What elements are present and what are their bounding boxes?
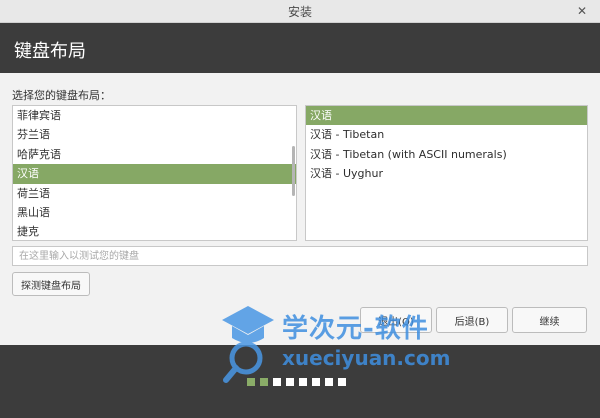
layout-list[interactable]: 菲律宾语 芬兰语 哈萨克语 汉语 荷兰语 黑山语 捷克 — [12, 105, 297, 241]
continue-button[interactable]: 继续 — [512, 307, 587, 333]
progress-dot — [286, 378, 294, 386]
layout-item[interactable]: 芬兰语 — [13, 125, 296, 144]
variant-item[interactable]: 汉语 - Tibetan (with ASCII numerals) — [306, 145, 587, 164]
variant-item[interactable]: 汉语 - Tibetan — [306, 125, 587, 144]
layout-item[interactable]: 荷兰语 — [13, 184, 296, 203]
layout-list-scrollbar[interactable] — [292, 106, 296, 240]
progress-dot — [299, 378, 307, 386]
page-title: 键盘布局 — [14, 41, 86, 62]
page-header: 键盘布局 — [0, 23, 600, 73]
progress-dot — [260, 378, 268, 386]
progress-dot — [325, 378, 333, 386]
progress-footer — [0, 345, 600, 418]
variant-item[interactable]: 汉语 — [306, 106, 587, 126]
layout-item[interactable]: 捷克 — [13, 222, 296, 240]
layout-item[interactable]: 黑山语 — [13, 203, 296, 222]
title-bar: 安装 ✕ — [0, 0, 600, 23]
detect-layout-button[interactable]: 探测键盘布局 — [12, 272, 90, 296]
back-button[interactable]: 后退(B) — [436, 307, 508, 333]
progress-dots — [247, 378, 346, 386]
variant-list[interactable]: 汉语 汉语 - Tibetan 汉语 - Tibetan (with ASCII n… — [305, 105, 588, 241]
variant-item[interactable]: 汉语 - Uyghur — [306, 164, 587, 183]
progress-dot — [273, 378, 281, 386]
keyboard-test-input[interactable] — [12, 246, 588, 266]
window-title: 安装 — [287, 4, 312, 19]
scroll-thumb[interactable] — [292, 146, 295, 196]
progress-dot — [247, 378, 255, 386]
layout-item[interactable]: 哈萨克语 — [13, 145, 296, 164]
progress-dot — [312, 378, 320, 386]
layout-item[interactable]: 菲律宾语 — [13, 106, 296, 125]
layout-prompt: 选择您的键盘布局： — [12, 89, 111, 102]
quit-button[interactable]: 退出(Q) — [360, 307, 432, 333]
layout-item[interactable]: 汉语 — [13, 164, 296, 184]
progress-dot — [338, 378, 346, 386]
close-icon[interactable]: ✕ — [574, 3, 590, 19]
main-content: 选择您的键盘布局： 菲律宾语 芬兰语 哈萨克语 汉语 荷兰语 黑山语 捷克 汉语 汉语 - T… — [0, 73, 600, 345]
